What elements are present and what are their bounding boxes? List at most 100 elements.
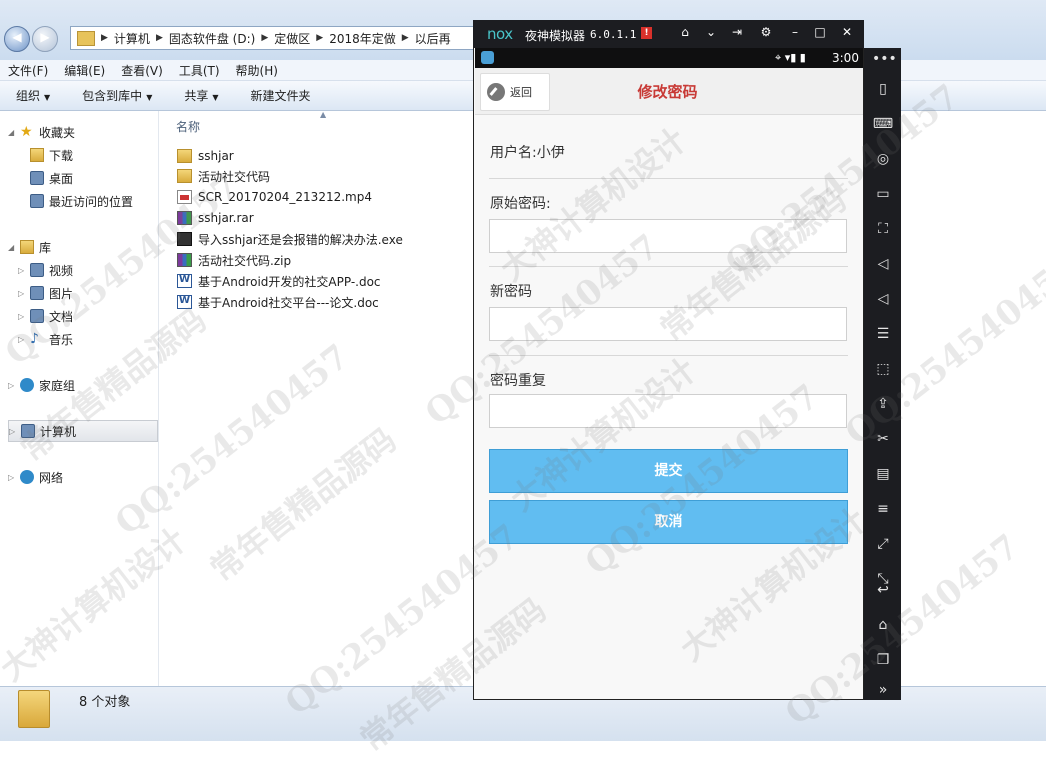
screen-icon[interactable]: ▭ xyxy=(872,184,894,204)
signal-battery-icons: ⌖ ▾▮ ▮ xyxy=(775,51,806,64)
include-in-library-button[interactable]: 包含到库中 ▼ xyxy=(66,87,168,104)
forward-nav-button[interactable]: ▶ xyxy=(32,26,58,52)
repeat-password-field[interactable] xyxy=(489,394,847,428)
expand-arrow-icon[interactable]: ▷ xyxy=(18,266,30,275)
sidebar-item-downloads[interactable]: 下载 xyxy=(30,145,73,165)
list-item[interactable]: sshjar.rar xyxy=(177,208,254,228)
list-item[interactable]: 活动社交代码.zip xyxy=(177,250,291,270)
list-item[interactable]: 基于Android社交平台---论文.doc xyxy=(177,292,379,312)
new-password-field[interactable] xyxy=(489,307,847,341)
location-icon[interactable]: ◎ xyxy=(872,149,894,169)
homegroup-icon xyxy=(20,378,34,392)
close-icon[interactable]: ✕ xyxy=(838,25,856,39)
list-item[interactable]: 基于Android开发的社交APP-.doc xyxy=(177,271,381,291)
include-in-library-label: 包含到库中 xyxy=(82,89,143,103)
sidebar-item-homegroup[interactable]: ▷ 家庭组 xyxy=(8,375,75,395)
old-password-label: 原始密码: xyxy=(490,196,551,212)
android-recents-icon[interactable]: ❐ xyxy=(872,650,894,670)
shake-phone-icon[interactable]: ▯ xyxy=(872,79,894,99)
expand-arrow-icon[interactable]: ▷ xyxy=(18,312,30,321)
screenshot-icon[interactable]: ⬚ xyxy=(872,359,894,379)
cancel-button[interactable]: 取消 xyxy=(489,500,848,544)
list-item[interactable]: SCR_20170204_213212.mp4 xyxy=(177,187,372,207)
file-name: sshjar xyxy=(198,149,234,163)
word-doc-icon xyxy=(177,274,192,288)
breadcrumb[interactable]: ▶ 计算机 ▶ 固态软件盘 (D:) ▶ 定做区 ▶ 2018年定做 ▶ 以后再 xyxy=(70,26,492,50)
zip-archive-icon xyxy=(177,253,192,267)
sidebar-item-recent[interactable]: 最近访问的位置 xyxy=(30,191,133,211)
sidebar-item-music[interactable]: ▷ ♪ 音乐 xyxy=(18,329,73,349)
breadcrumb-item[interactable]: 定做区 xyxy=(268,30,316,47)
sidebar-item-libraries[interactable]: ◢ 库 xyxy=(8,237,51,257)
collapse-arrow-icon[interactable]: ◢ xyxy=(8,243,20,252)
username-label: 用户名:小伊 xyxy=(490,145,565,161)
keyboard-mapping-icon[interactable]: ⌨ xyxy=(872,114,894,134)
breadcrumb-item[interactable]: 2018年定做 xyxy=(323,30,402,47)
back-button[interactable]: 返回 xyxy=(480,73,550,111)
list-item[interactable]: 活动社交代码 xyxy=(177,166,270,186)
android-back-icon[interactable]: ↩ xyxy=(872,580,894,600)
word-doc-icon xyxy=(177,295,192,309)
sidebar-item-desktop[interactable]: 桌面 xyxy=(30,168,73,188)
collapse-sidebar-icon[interactable]: » xyxy=(872,680,894,700)
collapse-arrow-icon[interactable]: ◢ xyxy=(8,128,20,137)
pin-icon[interactable]: ⇥ xyxy=(728,25,746,39)
sidebar-item-pictures[interactable]: ▷ 图片 xyxy=(18,283,73,303)
nox-logo: nox xyxy=(487,25,513,43)
expand-arrow-icon[interactable]: ▷ xyxy=(8,381,20,390)
sidebar-item-favorites[interactable]: ◢ ★ 收藏夹 xyxy=(8,122,75,142)
expand-icon[interactable]: ⤢ xyxy=(872,534,894,554)
gear-icon[interactable]: ⚙ xyxy=(757,25,775,39)
sidebar-item-label: 视频 xyxy=(49,263,74,278)
sidebar-item-network[interactable]: ▷ 网络 xyxy=(8,467,63,487)
fullscreen-icon[interactable]: ⛶ xyxy=(872,219,894,239)
breadcrumb-item[interactable]: 以后再 xyxy=(409,30,457,47)
volume-down-icon[interactable]: ◁ xyxy=(872,289,894,309)
android-home-icon[interactable]: ⌂ xyxy=(872,615,894,635)
expand-arrow-icon[interactable]: ▷ xyxy=(8,473,20,482)
organize-button[interactable]: 组织 ▼ xyxy=(0,87,66,104)
chevron-down-icon: ▼ xyxy=(212,93,219,102)
volume-up-icon[interactable]: ◁ xyxy=(872,254,894,274)
divider xyxy=(489,266,848,267)
expand-arrow-icon[interactable]: ▷ xyxy=(18,335,30,344)
organize-label: 组织 xyxy=(16,89,41,103)
stats-icon[interactable]: ▤ xyxy=(872,464,894,484)
expand-arrow-icon[interactable]: ▷ xyxy=(18,289,30,298)
chevron-down-icon[interactable]: ⌄ xyxy=(702,25,720,39)
file-name: 基于Android社交平台---论文.doc xyxy=(198,295,379,310)
menu-view[interactable]: 查看(V) xyxy=(113,62,171,79)
folder-icon xyxy=(77,30,95,46)
breadcrumb-item[interactable]: 固态软件盘 (D:) xyxy=(163,30,261,47)
share-button[interactable]: 共享 ▼ xyxy=(168,87,234,104)
list-item[interactable]: sshjar xyxy=(177,146,234,166)
back-nav-button[interactable]: ◀ xyxy=(4,26,30,52)
list-item[interactable]: 导入sshjar还是会报错的解决办法.exe xyxy=(177,229,403,249)
sidebar-item-documents[interactable]: ▷ 文档 xyxy=(18,306,73,326)
multi-instance-icon[interactable]: ☰ xyxy=(872,324,894,344)
menu-edit[interactable]: 编辑(E) xyxy=(56,62,113,79)
expand-arrow-icon[interactable]: ▷ xyxy=(9,427,21,436)
new-folder-button[interactable]: 新建文件夹 xyxy=(235,87,327,104)
old-password-field[interactable] xyxy=(489,219,847,253)
menu-icon[interactable]: ≡ xyxy=(872,499,894,519)
back-button-label: 返回 xyxy=(510,86,532,99)
breadcrumb-item[interactable]: 计算机 xyxy=(108,30,156,47)
scissors-icon[interactable]: ✂ xyxy=(872,429,894,449)
column-header-name[interactable]: 名称 xyxy=(176,118,200,135)
menu-help[interactable]: 帮助(H) xyxy=(228,62,286,79)
sidebar-item-label: 网络 xyxy=(39,470,64,485)
apk-install-icon[interactable]: ⇪ xyxy=(872,394,894,414)
submit-button[interactable]: 提交 xyxy=(489,449,848,493)
menu-tools[interactable]: 工具(T) xyxy=(171,62,228,79)
sidebar-item-videos[interactable]: ▷ 视频 xyxy=(18,260,73,280)
notification-badge[interactable]: ! xyxy=(641,27,652,39)
minimize-icon[interactable]: – xyxy=(786,25,804,39)
video-file-icon xyxy=(177,190,192,204)
sidebar-item-computer[interactable]: ▷ 计算机 xyxy=(8,420,158,442)
maximize-icon[interactable]: □ xyxy=(811,25,829,39)
home-shortcut-icon[interactable]: ⌂ xyxy=(676,25,694,39)
menu-file[interactable]: 文件(F) xyxy=(0,62,56,79)
network-icon xyxy=(20,470,34,484)
more-options-icon[interactable]: ••• xyxy=(872,49,897,69)
